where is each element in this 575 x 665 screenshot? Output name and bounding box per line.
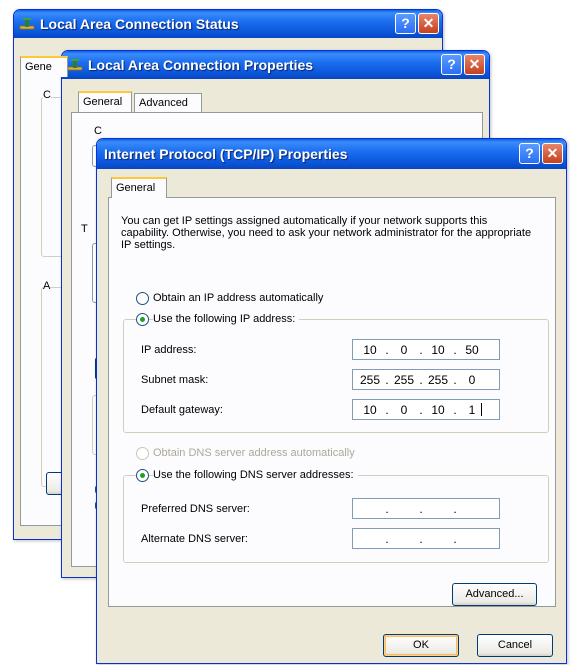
gateway-octet-4: 1 (468, 403, 476, 417)
obtain-ip-auto-label[interactable]: Obtain an IP address automatically (153, 292, 323, 304)
tab-general[interactable]: General (111, 177, 167, 198)
octet-separator: . (419, 403, 423, 417)
subnet-octet-1: 255 (359, 373, 381, 387)
dialog-title: Internet Protocol (TCP/IP) Properties (104, 146, 348, 162)
use-static-dns-label[interactable]: Use the following DNS server addresses: (153, 469, 358, 481)
help-button[interactable]: ? (441, 54, 462, 75)
description-text: You can get IP settings assigned automat… (121, 215, 532, 251)
octet-separator: . (453, 502, 457, 516)
octet-separator: . (453, 343, 457, 357)
ip-octet-1: 10 (363, 343, 377, 357)
gateway-octet-1: 10 (363, 403, 377, 417)
subnet-mask-label: Subnet mask: (141, 374, 209, 386)
octet-separator: . (385, 532, 389, 546)
gateway-octet-3: 10 (431, 403, 445, 417)
subnet-octet-4: 0 (468, 373, 476, 387)
close-button[interactable]: ✕ (542, 143, 563, 164)
obtain-dns-auto-radio[interactable] (136, 447, 149, 460)
obtain-dns-auto-label[interactable]: Obtain DNS server address automatically (153, 447, 355, 459)
dialog-tcpip-properties: Internet Protocol (TCP/IP) Properties ? … (96, 138, 567, 664)
ip-address-field[interactable]: 10 . 0 . 10 . 50 (352, 339, 500, 360)
octet-separator: . (453, 532, 457, 546)
dialog-body: General You can get IP settings assigned… (100, 169, 563, 660)
close-button[interactable]: ✕ (418, 13, 439, 34)
tab-general[interactable]: General (78, 91, 132, 112)
label-fragment: C (94, 125, 102, 137)
ip-octet-2: 0 (400, 343, 408, 357)
subnet-octet-3: 255 (427, 373, 449, 387)
octet-separator: . (419, 373, 423, 387)
octet-separator: . (385, 502, 389, 516)
obtain-ip-auto-radio[interactable] (136, 292, 149, 305)
subnet-mask-field[interactable]: 255 . 255 . 255 . 0 (352, 369, 500, 390)
octet-separator: . (419, 532, 423, 546)
ip-octet-4: 50 (465, 343, 479, 357)
octet-separator: . (419, 502, 423, 516)
text-caret (481, 403, 482, 416)
octet-separator: . (419, 343, 423, 357)
octet-separator: . (453, 403, 457, 417)
cancel-button[interactable]: Cancel (477, 634, 553, 657)
preferred-dns-field[interactable]: . . . (352, 498, 500, 519)
network-connection-icon (67, 59, 83, 71)
label-fragment: T (81, 223, 88, 235)
gateway-octet-2: 0 (400, 403, 408, 417)
ip-octet-3: 10 (431, 343, 445, 357)
tab-advanced[interactable]: Advanced (134, 93, 202, 112)
window-title: Local Area Connection Status (40, 16, 239, 32)
titlebar[interactable]: Local Area Connection Status ? ✕ (14, 10, 442, 38)
ip-address-label: IP address: (141, 344, 197, 356)
alternate-dns-label: Alternate DNS server: (141, 533, 248, 545)
default-gateway-label: Default gateway: (141, 404, 223, 416)
tab-general[interactable]: Gene (20, 56, 68, 77)
static-dns-group (123, 475, 549, 563)
alternate-dns-field[interactable]: . . . (352, 528, 500, 549)
ok-button[interactable]: OK (383, 634, 459, 657)
close-button[interactable]: ✕ (464, 54, 485, 75)
advanced-button[interactable]: Advanced... (452, 583, 537, 606)
octet-separator: . (453, 373, 457, 387)
subnet-octet-2: 255 (393, 373, 415, 387)
preferred-dns-label: Preferred DNS server: (141, 503, 250, 515)
use-static-ip-label[interactable]: Use the following IP address: (153, 313, 300, 325)
titlebar[interactable]: Internet Protocol (TCP/IP) Properties ? … (97, 139, 566, 169)
help-button[interactable]: ? (519, 143, 540, 164)
network-connection-icon (19, 18, 35, 30)
octet-separator: . (385, 403, 389, 417)
group-label-fragment: C (43, 89, 51, 101)
general-panel: You can get IP settings assigned automat… (108, 197, 556, 607)
help-button[interactable]: ? (395, 13, 416, 34)
octet-separator: . (385, 373, 389, 387)
titlebar[interactable]: Local Area Connection Properties ? ✕ (62, 51, 489, 79)
group-label-fragment: A (43, 280, 51, 292)
use-static-ip-radio[interactable] (136, 313, 149, 326)
default-gateway-field[interactable]: 10 . 0 . 10 . 1 (352, 399, 500, 420)
octet-separator: . (385, 343, 389, 357)
use-static-dns-radio[interactable] (136, 469, 149, 482)
window-title: Local Area Connection Properties (88, 57, 314, 73)
